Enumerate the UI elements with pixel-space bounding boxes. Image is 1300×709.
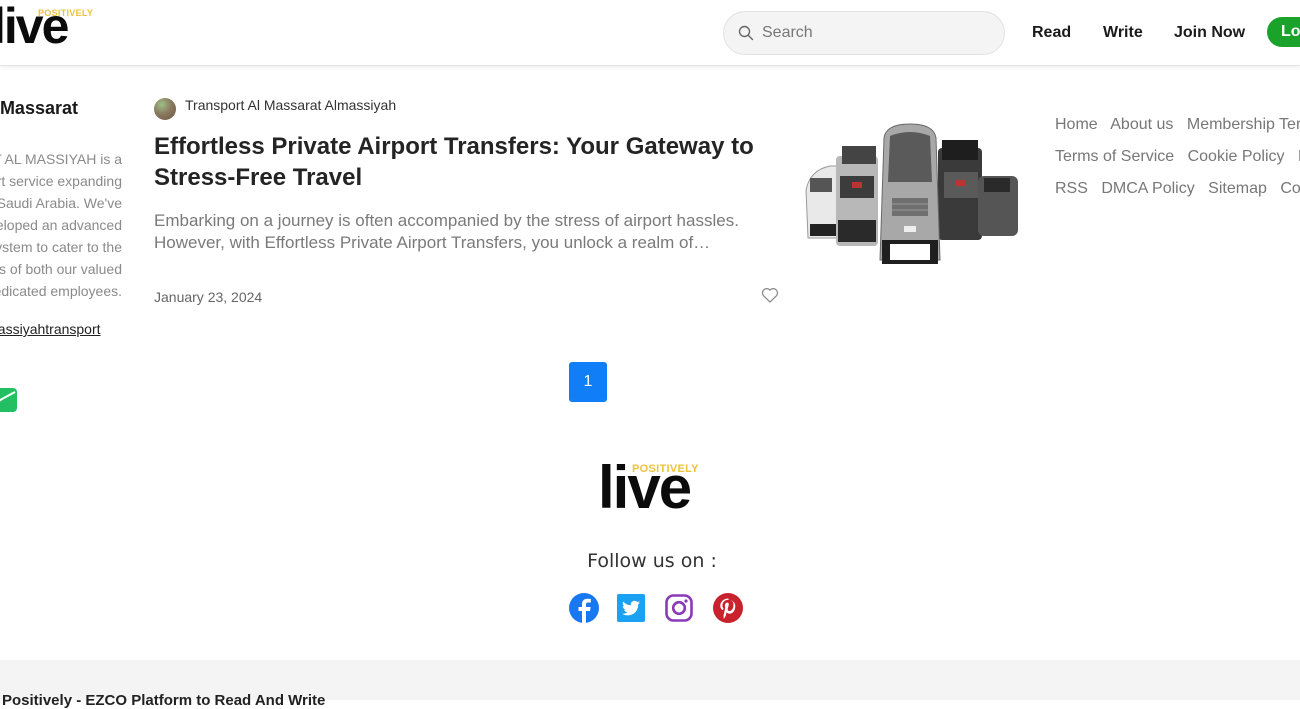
follow-heading: Follow us on : xyxy=(0,550,1300,572)
nav-join-now[interactable]: Join Now xyxy=(1174,24,1245,42)
article-date: January 23, 2024 xyxy=(154,289,263,305)
link-cookie-policy[interactable]: Cookie Policy xyxy=(1188,148,1285,165)
pinterest-icon xyxy=(713,593,743,623)
pagination-page-current[interactable]: 1 xyxy=(569,362,607,402)
article-title[interactable]: Effortless Private Airport Transfers: Yo… xyxy=(154,131,794,193)
link-sitemap[interactable]: Sitemap xyxy=(1208,180,1267,197)
footer-links: Home About us Membership Terms Terms of … xyxy=(1055,116,1300,212)
link-membership-terms[interactable]: Membership Terms xyxy=(1187,116,1300,133)
article-thumbnail[interactable] xyxy=(800,120,1022,275)
like-heart-icon[interactable] xyxy=(760,285,780,305)
nav-read[interactable]: Read xyxy=(1032,24,1071,42)
sidebar-description: TRANSPORT AL MASSIYAH is a transport ser… xyxy=(0,148,122,302)
logo-tagline: POSITIVELY xyxy=(38,8,94,18)
sidebar-desc-line: management system to cater to the xyxy=(0,239,122,255)
instagram-link[interactable] xyxy=(663,592,695,624)
sidebar-title: Transport Al Massarat xyxy=(0,98,78,118)
author-name: Transport Al Massarat Almassiyah xyxy=(185,97,397,113)
footer-logo[interactable]: live POSITIVELY xyxy=(598,458,708,519)
sidebar-desc-line: clients and dedicated employees. xyxy=(0,283,122,299)
search-input[interactable] xyxy=(762,24,982,42)
link-home[interactable]: Home xyxy=(1055,116,1098,133)
footer-logo-tagline: POSITIVELY xyxy=(632,463,699,475)
link-dmca-policy[interactable]: DMCA Policy xyxy=(1101,180,1194,197)
facebook-link[interactable] xyxy=(568,592,600,624)
instagram-icon xyxy=(665,594,693,622)
nav-write[interactable]: Write xyxy=(1103,24,1143,42)
footer-tagline: Positively - EZCO Platform to Read And W… xyxy=(2,692,326,709)
sidebar-desc-line: across Saudi Arabia. We've xyxy=(0,195,122,211)
sidebar-desc-line: needs of both our valued xyxy=(0,261,122,277)
sidebar-website-link[interactable]: transportalmassiyahtransport xyxy=(0,321,101,337)
link-about-us[interactable]: About us xyxy=(1110,116,1173,133)
search-icon xyxy=(738,25,754,41)
facebook-icon xyxy=(569,593,599,623)
article-excerpt: Embarking on a journey is often accompan… xyxy=(154,211,739,252)
twitter-icon xyxy=(617,594,645,622)
sidebar-desc-line: developed an advanced xyxy=(0,217,122,233)
link-terms-of-service[interactable]: Terms of Service xyxy=(1055,148,1174,165)
author-avatar xyxy=(154,98,176,120)
login-button[interactable]: Log in xyxy=(1267,17,1300,47)
link-contact[interactable]: Contact xyxy=(1280,180,1300,197)
article-author[interactable]: Transport Al Massarat Almassiyah xyxy=(154,97,397,120)
envelope-icon xyxy=(0,391,16,402)
site-logo[interactable]: live POSITIVELY xyxy=(0,1,93,56)
sidebar-desc-line: TRANSPORT AL MASSIYAH is a xyxy=(0,151,122,167)
email-button[interactable] xyxy=(0,388,17,412)
link-rss[interactable]: RSS xyxy=(1055,180,1088,197)
twitter-link[interactable] xyxy=(615,592,647,624)
follow-label: Follow us on : xyxy=(587,550,717,572)
pinterest-link[interactable] xyxy=(712,592,744,624)
sidebar-desc-line: transport service expanding xyxy=(0,173,122,189)
site-header: live POSITIVELY Read Write Join Now Log … xyxy=(0,0,1300,66)
search-box[interactable] xyxy=(723,11,1005,55)
